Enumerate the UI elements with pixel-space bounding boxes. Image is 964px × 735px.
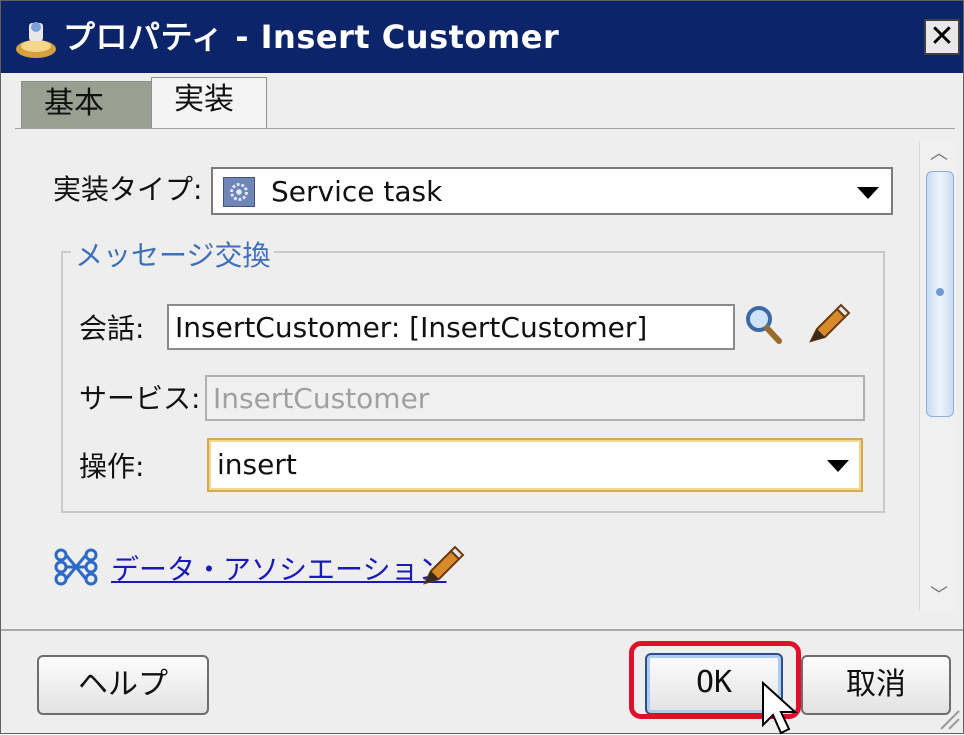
data-association-link[interactable]: データ・アソシエーション (111, 553, 446, 587)
impl-type-select[interactable]: Service task (211, 167, 893, 215)
close-button[interactable]: ✕ (924, 19, 960, 55)
bpm-process-icon (16, 22, 56, 58)
mouse-cursor-icon (762, 681, 798, 735)
operation-value: insert (217, 448, 297, 481)
title-bar[interactable]: プロパティ - Insert Customer ✕ (1, 1, 963, 73)
pencil-icon[interactable] (421, 545, 465, 587)
gear-icon (223, 177, 255, 207)
pencil-icon[interactable] (807, 303, 851, 345)
message-exchange-legend: メッセージ交換 (71, 239, 275, 273)
impl-type-label: 実装タイプ: (53, 173, 203, 206)
vertical-scrollbar[interactable]: ︿ ﹀ (919, 141, 957, 611)
tab-implementation[interactable]: 実装 (151, 77, 267, 129)
scroll-up-icon[interactable]: ︿ (928, 143, 950, 165)
cancel-button[interactable]: 取消 (801, 655, 951, 715)
chevron-down-icon (827, 460, 849, 472)
window-title: プロパティ - Insert Customer (63, 18, 560, 56)
properties-dialog: プロパティ - Insert Customer ✕ 基本 実装 実装タイプ: S… (0, 0, 964, 735)
scroll-grip-icon (936, 288, 944, 296)
close-icon: ✕ (929, 19, 955, 54)
scroll-down-icon[interactable]: ﹀ (928, 585, 950, 607)
service-label: サービス: (79, 382, 201, 415)
button-bar-separator (1, 629, 963, 631)
conversation-field[interactable]: InsertCustomer: [InsertCustomer] (167, 304, 735, 350)
scroll-thumb[interactable] (926, 171, 954, 417)
chevron-down-icon (857, 187, 879, 199)
help-button[interactable]: ヘルプ (37, 655, 209, 715)
operation-select[interactable]: insert (207, 438, 863, 492)
tab-basic[interactable]: 基本 (21, 81, 163, 129)
resize-grip-icon[interactable] (931, 701, 961, 731)
service-field: InsertCustomer (205, 375, 865, 421)
search-icon[interactable] (743, 303, 783, 345)
conversation-label: 会話: (79, 312, 145, 345)
operation-label: 操作: (79, 450, 145, 483)
conversation-value: InsertCustomer: [InsertCustomer] (175, 311, 648, 344)
service-value: InsertCustomer (213, 382, 430, 415)
impl-type-value: Service task (271, 175, 443, 208)
data-mapping-icon (54, 548, 98, 586)
